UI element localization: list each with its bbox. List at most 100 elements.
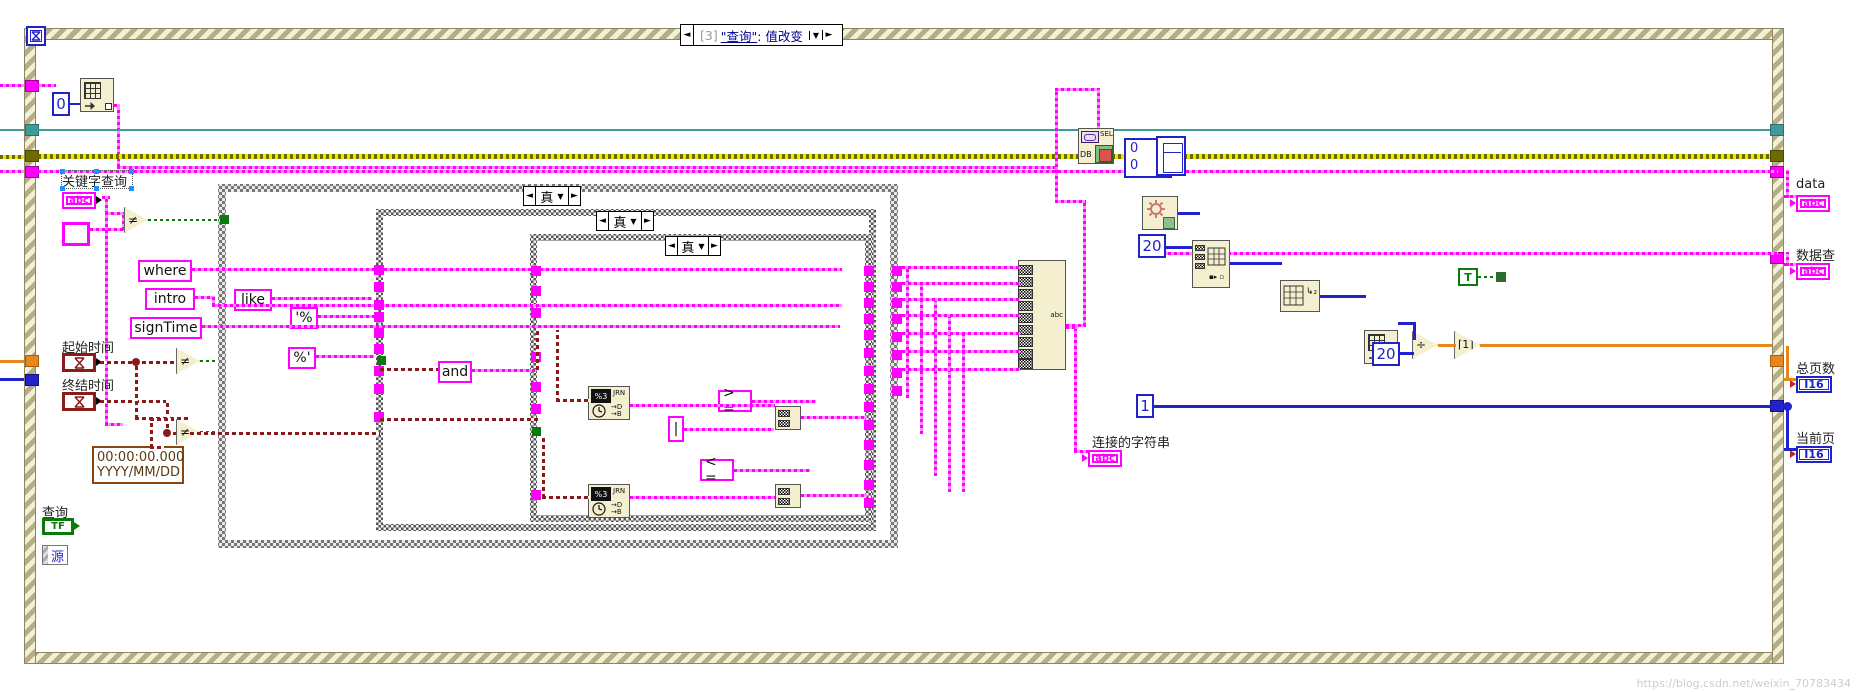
wire-ge-out <box>752 400 816 403</box>
offset-constant[interactable]: 0 <box>1130 141 1138 156</box>
node-build-table[interactable]: ▪▸ ▫ <box>1192 240 1230 288</box>
concat-string-indicator[interactable]: abc <box>1088 450 1122 467</box>
node-concat-string-2[interactable] <box>775 484 801 508</box>
wire-and-out <box>472 369 536 372</box>
node-db-select[interactable]: SEL DB <box>1078 128 1114 164</box>
node-not-equal-start-time[interactable]: ≠ <box>176 348 200 374</box>
case-mid-prev[interactable]: ◄ <box>597 212 608 230</box>
node-concat-string-1[interactable] <box>775 406 801 430</box>
case-outer-dropdown[interactable]: ▼ <box>557 192 563 201</box>
labview-block-diagram-canvas: ◄ [3] "查询": 值改变 ▼ ► 0 关键字查询 abc ≠ 起始时间 终… <box>0 0 1857 692</box>
wire-concat-indicator-h <box>1066 326 1078 329</box>
event-case-next-arrow[interactable]: ► <box>821 30 835 40</box>
case-tunnel-i14 <box>864 498 874 508</box>
case-inner-prev[interactable]: ◄ <box>666 237 677 255</box>
wire-et-out <box>100 400 168 403</box>
node-array-to-string-top[interactable] <box>80 78 114 112</box>
control-end-time[interactable] <box>62 392 96 411</box>
concat-pin-1 <box>1018 265 1033 275</box>
constant-true[interactable]: T <box>1458 268 1478 286</box>
constant-current-page[interactable]: 1 <box>1136 394 1154 418</box>
gear-icon <box>1147 200 1165 218</box>
wire-bundle-v2 <box>920 284 923 434</box>
control-start-time[interactable] <box>62 353 96 372</box>
case-inner-next[interactable]: ► <box>709 237 720 255</box>
wire-junction-page <box>1783 402 1792 411</box>
string-constant-intro[interactable]: intro <box>145 288 195 310</box>
wire-pctclose-out <box>316 355 374 358</box>
string-constant-pct-close[interactable]: %' <box>288 347 316 369</box>
node-concatenate-strings[interactable]: abc <box>1018 260 1066 370</box>
wire-ts-in-1 <box>380 418 540 421</box>
wire-page-out <box>1154 405 1772 408</box>
wire-concat-to-db <box>1055 88 1100 91</box>
case-tunnel-i7 <box>864 366 874 376</box>
case-tunnel-m7 <box>531 490 541 500</box>
wire-concat-up2 <box>1055 88 1058 203</box>
control-keyword-query[interactable]: abc <box>62 192 96 209</box>
wire-where-out <box>192 268 842 271</box>
case-selector-outer[interactable]: ◄ 真 ▼ ► <box>523 186 581 206</box>
data-indicator[interactable]: abc <box>1796 195 1830 212</box>
node-not-equal-keyword[interactable]: ≠ <box>124 207 148 233</box>
wire-to-concat-4 <box>902 314 1020 317</box>
wire-ts-to-fmt2 <box>542 436 545 498</box>
node-index-array[interactable]: ↳₂ <box>1280 280 1320 312</box>
concat-pin-4 <box>1018 301 1033 311</box>
wire-kw-cmp-out <box>148 219 223 221</box>
case-selector-mid[interactable]: ◄ 真 ▼ ► <box>596 211 654 231</box>
case-outer-next[interactable]: ► <box>569 187 580 205</box>
total-pages-indicator[interactable]: I16 <box>1796 376 1832 393</box>
db-query-indicator[interactable]: abc <box>1796 263 1830 280</box>
build-table-pin3 <box>1195 263 1205 269</box>
node-bundle-cluster[interactable] <box>1156 136 1186 176</box>
case-inner-dropdown[interactable]: ▼ <box>698 242 704 251</box>
constant-divide-20[interactable]: 20 <box>1372 342 1400 366</box>
total-pages-indicator-arrow <box>1790 380 1796 388</box>
node-concat-1-pin1 <box>778 410 790 417</box>
event-case-prev-arrow[interactable]: ◄ <box>681 30 693 40</box>
node-format-datetime-1[interactable]: %3 JRN →D →B <box>588 386 630 420</box>
current-page-indicator[interactable]: I16 <box>1796 446 1832 463</box>
node-sql-execute[interactable] <box>1142 196 1178 230</box>
string-constant-where[interactable]: where <box>138 260 192 282</box>
wire-concat-indicator-h2 <box>1074 450 1088 453</box>
case-outer-prev[interactable]: ◄ <box>524 187 535 205</box>
limit-constant[interactable]: 0 <box>1130 158 1138 173</box>
empty-string-constant[interactable] <box>62 222 90 246</box>
string-constant-and[interactable]: and <box>438 361 472 383</box>
wire-pagesize-to-table <box>1166 246 1192 249</box>
constant-page-size[interactable]: 20 <box>1138 234 1166 258</box>
wire-bundle-v4 <box>948 316 951 492</box>
node-concat-2-pin2 <box>778 498 790 505</box>
event-structure-timeout-terminal[interactable] <box>26 26 46 46</box>
event-case-dropdown-arrow[interactable]: ▼ <box>808 30 822 40</box>
event-case-title-text: [3] "查询": 值改变 <box>693 25 809 45</box>
wire-le-out <box>734 469 810 472</box>
case-tunnel-m6 <box>531 404 541 414</box>
case-mid-dropdown[interactable]: ▼ <box>630 217 636 226</box>
node-terminal-glyph <box>85 102 95 110</box>
selection-handle-tm <box>94 169 99 174</box>
wire-pctopen-out <box>318 315 374 318</box>
string-constant-pipe[interactable]: | <box>668 416 684 442</box>
case-selector-inner[interactable]: ◄ 真 ▼ ► <box>665 236 721 256</box>
case-mid-next[interactable]: ► <box>642 212 653 230</box>
event-case-selector[interactable]: ◄ [3] "查询": 值改变 ▼ ► <box>680 24 843 46</box>
node-round-up[interactable]: ⌈1⌉ <box>1454 331 1480 359</box>
wire-ts-in-2 <box>380 368 438 371</box>
string-constant-le[interactable]: < = <box>700 454 734 486</box>
constant-zero-top[interactable]: 0 <box>52 92 70 116</box>
source-indicator-box[interactable]: 源 <box>42 545 68 565</box>
wire-like-out <box>272 297 372 300</box>
source-label: 源 <box>50 549 64 565</box>
timestamp-constant[interactable]: 00:00:00.000 YYYY/MM/DD <box>92 446 184 484</box>
string-constant-signtime[interactable]: signTime <box>130 317 202 339</box>
node-format-datetime-2[interactable]: %3 JRN →D →B <box>588 484 630 518</box>
array-grid-icon <box>1283 285 1304 306</box>
control-query-boolean[interactable]: TF <box>42 518 74 535</box>
string-constant-like[interactable]: like <box>234 289 272 311</box>
string-constant-ge[interactable]: > = <box>718 385 752 417</box>
current-page-indicator-label: 当前页 <box>1796 432 1836 447</box>
node-concat-1-pin2 <box>778 420 790 427</box>
